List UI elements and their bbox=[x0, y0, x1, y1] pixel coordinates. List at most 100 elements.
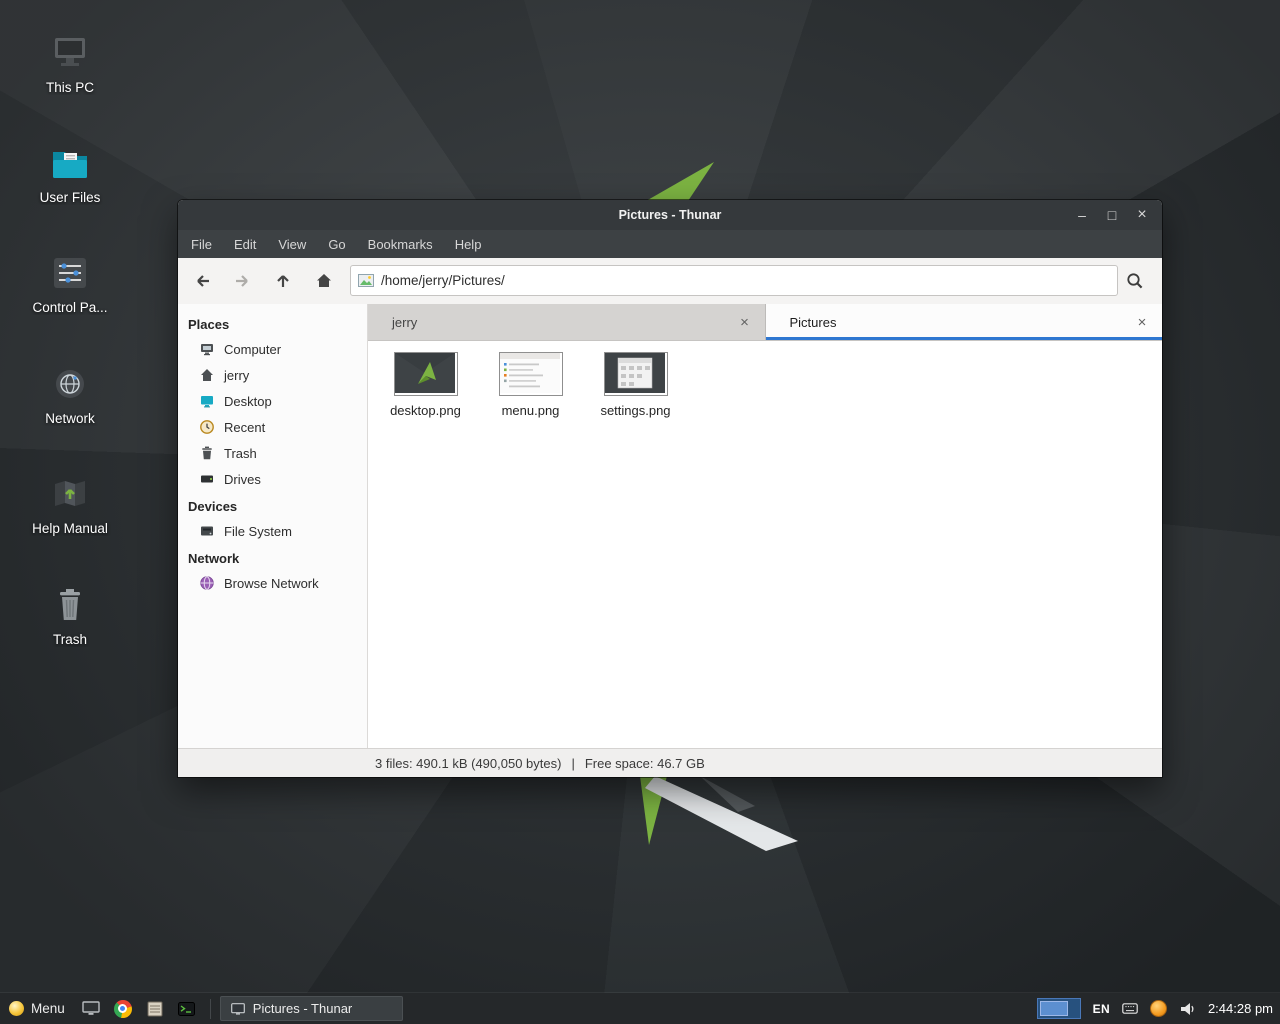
menu-help[interactable]: Help bbox=[444, 230, 493, 258]
menu-bar: File Edit View Go Bookmarks Help bbox=[178, 230, 1162, 258]
home-icon bbox=[314, 271, 334, 291]
tab-jerry[interactable]: jerry × bbox=[368, 304, 766, 340]
minimize-button[interactable]: – bbox=[1070, 203, 1094, 227]
drive-icon bbox=[199, 471, 215, 487]
notifier-icon[interactable] bbox=[1150, 1000, 1167, 1017]
volume-icon[interactable] bbox=[1179, 1001, 1196, 1017]
menu-label: Menu bbox=[31, 1001, 65, 1016]
desktop-icon-this-pc[interactable]: This PC bbox=[18, 28, 122, 95]
tab-bar: jerry × Pictures × bbox=[368, 304, 1162, 341]
back-button[interactable] bbox=[188, 266, 218, 296]
browser-chrome-icon bbox=[114, 1000, 132, 1018]
desktop-icon bbox=[199, 393, 215, 409]
file-item-menu-png[interactable]: menu.png bbox=[483, 352, 578, 418]
help-manual-icon bbox=[18, 469, 122, 511]
up-button[interactable] bbox=[268, 266, 298, 296]
control-panel-icon bbox=[18, 248, 122, 290]
toolbar bbox=[178, 258, 1162, 305]
network-globe-icon bbox=[18, 359, 122, 401]
trash-icon bbox=[199, 445, 215, 461]
forward-arrow-icon bbox=[232, 271, 252, 291]
tab-close-icon[interactable]: × bbox=[735, 312, 755, 332]
location-bar[interactable] bbox=[350, 265, 1118, 296]
keyboard-icon[interactable] bbox=[1122, 1003, 1138, 1014]
window-titlebar[interactable]: Pictures - Thunar – □ × bbox=[178, 200, 1162, 230]
search-icon bbox=[1125, 271, 1145, 291]
sidebar-item-label: Drives bbox=[224, 472, 261, 487]
sidebar-item-trash[interactable]: Trash bbox=[178, 440, 367, 466]
sidebar-item-browse-network[interactable]: Browse Network bbox=[178, 570, 367, 596]
tab-label: Pictures bbox=[790, 315, 837, 330]
status-separator: | bbox=[571, 756, 574, 771]
menu-launcher-icon bbox=[9, 1001, 24, 1016]
desktop-icon-trash[interactable]: Trash bbox=[18, 580, 122, 647]
chrome-core-dot bbox=[118, 1004, 127, 1013]
home-icon bbox=[199, 367, 215, 383]
file-name: desktop.png bbox=[378, 403, 473, 418]
sidebar-section-network: Network bbox=[178, 544, 367, 570]
window-main: Places Computer bbox=[178, 304, 1162, 748]
computer-icon bbox=[199, 341, 215, 357]
file-name: menu.png bbox=[483, 403, 578, 418]
image-folder-mime-icon bbox=[358, 274, 374, 287]
menu-view[interactable]: View bbox=[267, 230, 317, 258]
sidebar: Places Computer bbox=[178, 304, 368, 748]
tab-pictures[interactable]: Pictures × bbox=[766, 304, 1163, 340]
file-item-desktop-png[interactable]: desktop.png bbox=[378, 352, 473, 418]
thunar-window: Pictures - Thunar – □ × File Edit View G… bbox=[178, 200, 1162, 777]
desktop-icon-help-manual[interactable]: Help Manual bbox=[18, 469, 122, 536]
file-item-settings-png[interactable]: settings.png bbox=[588, 352, 683, 418]
tab-label: jerry bbox=[392, 315, 417, 330]
search-button[interactable] bbox=[1120, 266, 1150, 296]
desktop-icon-label: User Files bbox=[18, 190, 122, 205]
sidebar-section-places: Places bbox=[178, 310, 367, 336]
sidebar-item-label: Desktop bbox=[224, 394, 272, 409]
sidebar-item-label: File System bbox=[224, 524, 292, 539]
workspace-pager[interactable] bbox=[1037, 998, 1081, 1019]
computer-icon bbox=[18, 28, 122, 70]
user-files-folder-icon bbox=[18, 138, 122, 180]
file-list-area[interactable]: desktop.png bbox=[368, 341, 1162, 748]
taskbar-clock[interactable]: 2:44:28 pm bbox=[1208, 1001, 1273, 1016]
thunar-window-icon bbox=[231, 1003, 245, 1015]
desktop-icon-network[interactable]: Network bbox=[18, 359, 122, 426]
menu-file[interactable]: File bbox=[180, 230, 223, 258]
tab-close-icon[interactable]: × bbox=[1132, 312, 1152, 332]
desktop-icon-label: This PC bbox=[18, 80, 122, 95]
sidebar-item-desktop[interactable]: Desktop bbox=[178, 388, 367, 414]
desktop-icon-control-panel[interactable]: Control Pa... bbox=[18, 248, 122, 315]
home-button[interactable] bbox=[309, 266, 339, 296]
sidebar-item-label: Recent bbox=[224, 420, 265, 435]
menu-edit[interactable]: Edit bbox=[223, 230, 267, 258]
settings-screenshot-thumbnail bbox=[604, 352, 668, 396]
menu-bookmarks[interactable]: Bookmarks bbox=[357, 230, 444, 258]
sidebar-item-drives[interactable]: Drives bbox=[178, 466, 367, 492]
sidebar-item-recent[interactable]: Recent bbox=[178, 414, 367, 440]
sidebar-item-computer[interactable]: Computer bbox=[178, 336, 367, 362]
file-manager-button[interactable] bbox=[141, 996, 169, 1022]
clock-icon bbox=[199, 419, 215, 435]
menu-go[interactable]: Go bbox=[317, 230, 356, 258]
desktop-icon-label: Help Manual bbox=[18, 521, 122, 536]
folder-pane: jerry × Pictures × bbox=[368, 304, 1162, 748]
forward-button[interactable] bbox=[227, 266, 257, 296]
maximize-button[interactable]: □ bbox=[1100, 203, 1124, 227]
keyboard-language-indicator[interactable]: EN bbox=[1093, 1002, 1110, 1016]
desktop-root: This PC User Files bbox=[0, 0, 1280, 1024]
browser-button[interactable] bbox=[109, 996, 137, 1022]
location-bar-wrap bbox=[350, 265, 1118, 296]
status-free-space: Free space: 46.7 GB bbox=[585, 756, 705, 771]
close-button[interactable]: × bbox=[1130, 203, 1154, 227]
sidebar-item-jerry-home[interactable]: jerry bbox=[178, 362, 367, 388]
show-desktop-button[interactable] bbox=[77, 996, 105, 1022]
taskbar-window-button[interactable]: Pictures - Thunar bbox=[220, 996, 403, 1021]
sidebar-section-devices: Devices bbox=[178, 492, 367, 518]
sidebar-item-file-system[interactable]: File System bbox=[178, 518, 367, 544]
status-files-summary: 3 files: 490.1 kB (490,050 bytes) bbox=[375, 756, 561, 771]
start-menu-button[interactable]: Menu bbox=[0, 993, 75, 1024]
terminal-button[interactable] bbox=[173, 996, 201, 1022]
desktop-icon-user-files[interactable]: User Files bbox=[18, 138, 122, 205]
menu-screenshot-thumbnail bbox=[499, 352, 563, 396]
filesystem-drive-icon bbox=[199, 523, 215, 539]
sidebar-item-label: Browse Network bbox=[224, 576, 319, 591]
